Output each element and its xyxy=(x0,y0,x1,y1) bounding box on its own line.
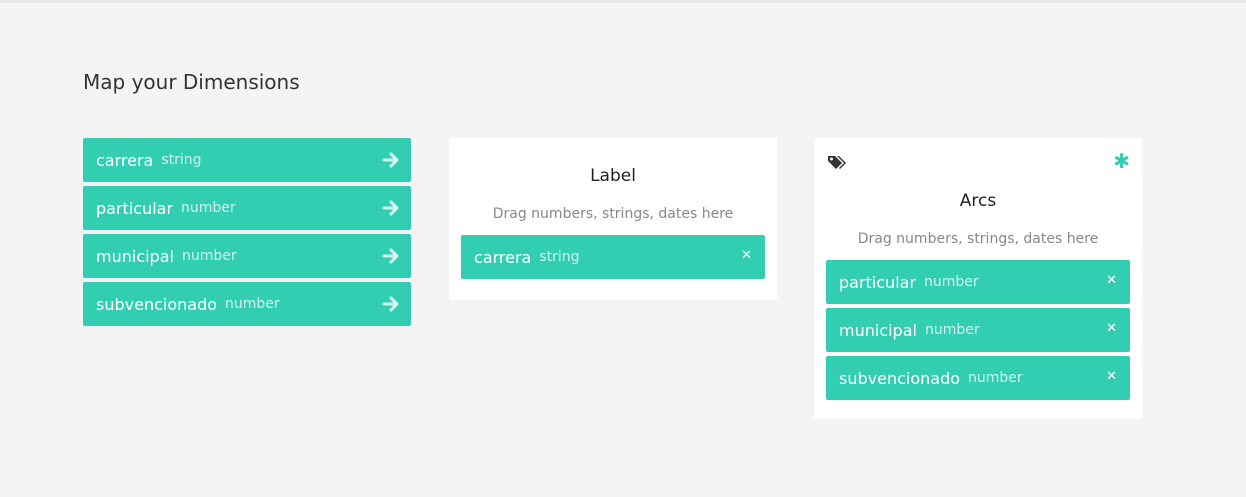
dimension-type: number xyxy=(924,274,979,290)
arcs-hint: Drag numbers, strings, dates here xyxy=(857,231,1099,247)
dimension-type: string xyxy=(161,152,202,168)
dimension-type: number xyxy=(225,296,280,312)
arrow-right-icon[interactable] xyxy=(382,199,400,217)
dimension-type: string xyxy=(539,249,580,265)
close-icon[interactable]: ✕ xyxy=(1106,273,1117,288)
arcs-assigned-item[interactable]: subvencionado number ✕ xyxy=(826,356,1130,400)
dimension-name: subvencionado xyxy=(96,294,218,314)
dimension-name: particular xyxy=(96,198,174,218)
arcs-assigned-item[interactable]: municipal number ✕ xyxy=(826,308,1130,352)
arrow-right-icon[interactable] xyxy=(382,295,400,313)
arrow-right-icon[interactable] xyxy=(382,247,400,265)
label-title: Label xyxy=(590,166,636,186)
dimension-item[interactable]: particular number xyxy=(83,186,411,230)
arrow-right-icon[interactable] xyxy=(382,151,400,169)
arcs-title: Arcs xyxy=(959,191,997,211)
dimension-type: number xyxy=(181,248,237,264)
dimensions-list: carrera string particular number municip… xyxy=(83,138,411,330)
dimension-name: municipal xyxy=(839,320,917,340)
top-divider xyxy=(0,0,1246,3)
dimension-name: carrera xyxy=(96,150,154,170)
label-dropzone[interactable]: Label Drag numbers, strings, dates here … xyxy=(449,138,777,300)
dimension-type: number xyxy=(181,200,236,216)
close-icon[interactable]: ✕ xyxy=(1106,369,1117,384)
page-title: Map your Dimensions xyxy=(83,70,300,94)
close-icon[interactable]: ✕ xyxy=(1106,321,1117,336)
dimension-item[interactable]: carrera string xyxy=(83,138,411,182)
dimension-type: number xyxy=(924,322,980,338)
arcs-dropzone[interactable]: ✱ Arcs Drag numbers, strings, dates here… xyxy=(814,138,1142,419)
dimension-item[interactable]: subvencionado number xyxy=(83,282,411,326)
label-assigned-item[interactable]: carrera string ✕ xyxy=(461,235,765,279)
label-hint: Drag numbers, strings, dates here xyxy=(492,206,734,222)
dimension-item[interactable]: municipal number xyxy=(83,234,411,278)
dimension-name: subvencionado xyxy=(839,368,961,388)
dimension-name: particular xyxy=(839,272,917,292)
arcs-assigned-item[interactable]: particular number ✕ xyxy=(826,260,1130,304)
close-icon[interactable]: ✕ xyxy=(741,248,752,263)
required-asterisk-icon: ✱ xyxy=(1113,149,1130,173)
dimension-type: number xyxy=(968,370,1023,386)
tags-icon xyxy=(828,156,846,169)
dimension-name: carrera xyxy=(474,247,532,267)
dimension-name: municipal xyxy=(96,246,174,266)
